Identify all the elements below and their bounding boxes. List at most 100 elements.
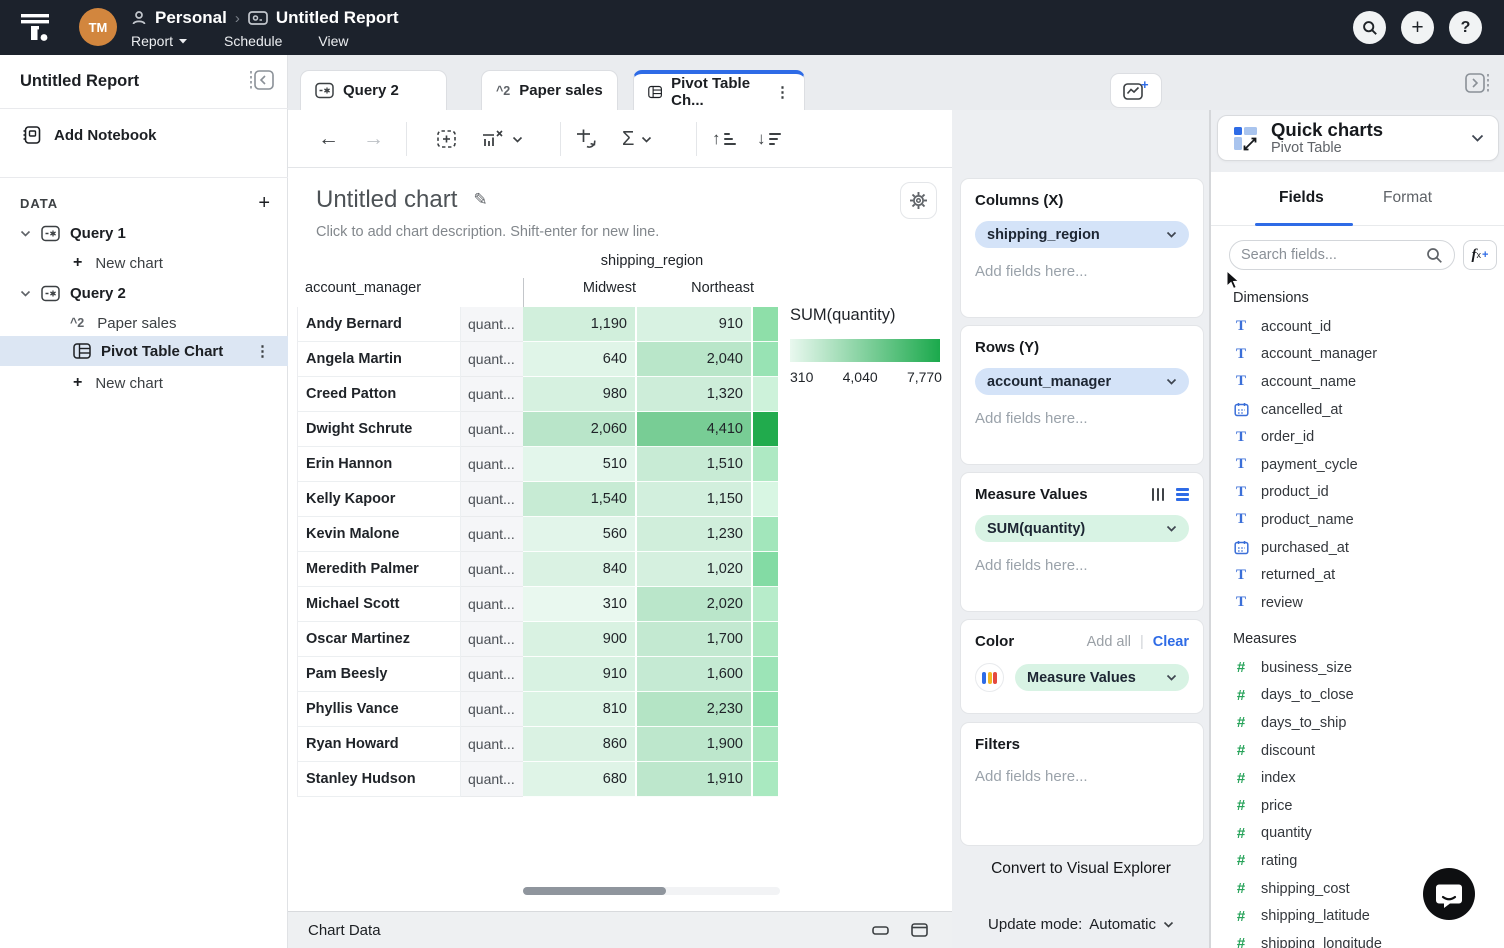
table-row[interactable]: Stanley Hudsonquant...6801,910 — [297, 762, 778, 797]
table-row[interactable]: Meredith Palmerquant...8401,020 — [297, 552, 778, 587]
measure-field-days_to_close[interactable]: #days_to_close — [1233, 682, 1495, 710]
color-field-pill[interactable]: Measure Values — [1015, 664, 1189, 691]
sort-ascending-icon[interactable]: ↑ — [712, 110, 736, 168]
chevron-down-icon[interactable] — [20, 290, 31, 297]
table-row[interactable]: Angela Martinquant...6402,040 — [297, 342, 778, 377]
transpose-icon[interactable] — [574, 110, 598, 168]
heatmap-cell-midwest[interactable]: 1,190 — [523, 307, 637, 342]
chart-title[interactable]: Untitled chart — [316, 186, 457, 214]
add-formula-button[interactable]: fx+ — [1463, 240, 1497, 270]
aggregate-sigma-icon[interactable]: Σ — [622, 110, 652, 168]
tab-paper-sales[interactable]: ^2 Paper sales — [481, 70, 618, 110]
remove-columns-icon[interactable] — [480, 110, 523, 168]
chart-data-label[interactable]: Chart Data — [308, 922, 381, 939]
heatmap-cell-clipped[interactable] — [753, 552, 778, 587]
heatmap-cell-northeast[interactable]: 1,600 — [637, 657, 753, 692]
search-fields-input[interactable]: Search fields... — [1229, 240, 1455, 270]
help-button[interactable]: ? — [1449, 11, 1482, 44]
heatmap-cell-clipped[interactable] — [753, 692, 778, 727]
chevron-down-icon[interactable] — [1166, 378, 1177, 385]
heatmap-cell-midwest[interactable]: 860 — [523, 727, 637, 762]
heatmap-cell-midwest[interactable]: 980 — [523, 377, 637, 412]
measure-field-discount[interactable]: #discount — [1233, 737, 1495, 765]
chevron-down-icon[interactable] — [20, 230, 31, 237]
heatmap-cell-northeast[interactable]: 1,510 — [637, 447, 753, 482]
heatmap-cell-clipped[interactable] — [753, 307, 778, 342]
convert-to-visual-explorer-button[interactable]: Convert to Visual Explorer — [952, 860, 1210, 878]
measure-field-shipping_longitude[interactable]: #shipping_longitude — [1233, 930, 1495, 948]
heatmap-cell-clipped[interactable] — [753, 727, 778, 762]
heatmap-cell-midwest[interactable]: 680 — [523, 762, 637, 797]
table-row[interactable]: Pam Beeslyquant...9101,600 — [297, 657, 778, 692]
expand-panel-icon[interactable] — [1464, 71, 1490, 100]
measure-field-index[interactable]: #index — [1233, 764, 1495, 792]
menu-view[interactable]: View — [318, 33, 348, 49]
table-row[interactable]: Kelly Kapoorquant...1,5401,150 — [297, 482, 778, 517]
dimension-field-purchased_at[interactable]: purchased_at — [1233, 534, 1495, 562]
add-all-link[interactable]: Add all — [1087, 634, 1131, 650]
heatmap-cell-midwest[interactable]: 640 — [523, 342, 637, 377]
sidebar-item-paper-sales[interactable]: ^2Paper sales — [0, 308, 288, 338]
add-button[interactable]: + — [1401, 11, 1434, 44]
heatmap-cell-northeast[interactable]: 2,020 — [637, 587, 753, 622]
add-chart-tab-button[interactable]: + — [1110, 73, 1162, 108]
heatmap-cell-northeast[interactable]: 1,230 — [637, 517, 753, 552]
add-notebook-button[interactable]: Add Notebook — [22, 125, 157, 145]
collapse-panel-icon[interactable] — [249, 68, 275, 92]
filters-add-fields-placeholder[interactable]: Add fields here... — [975, 768, 1189, 785]
dimension-field-returned_at[interactable]: Treturned_at — [1233, 561, 1495, 589]
heatmap-cell-clipped[interactable] — [753, 412, 778, 447]
tab-format[interactable]: Format — [1383, 189, 1432, 207]
add-data-button[interactable]: + — [258, 193, 270, 213]
dimension-field-account_manager[interactable]: Taccount_manager — [1233, 341, 1495, 369]
columns-field-pill[interactable]: shipping_region — [975, 221, 1189, 248]
chevron-down-icon[interactable] — [1166, 231, 1177, 238]
heatmap-cell-clipped[interactable] — [753, 447, 778, 482]
sidebar-item-pivot-table-chart[interactable]: Pivot Table Chart ⋮ — [0, 336, 288, 366]
chart-data-footer[interactable]: Chart Data — [288, 911, 952, 948]
heatmap-cell-midwest[interactable]: 310 — [523, 587, 637, 622]
measure-field-days_to_ship[interactable]: #days_to_ship — [1233, 709, 1495, 737]
dimension-field-payment_cycle[interactable]: Tpayment_cycle — [1233, 451, 1495, 479]
heatmap-cell-midwest[interactable]: 810 — [523, 692, 637, 727]
heatmap-cell-midwest[interactable]: 840 — [523, 552, 637, 587]
horizontal-scrollbar-thumb[interactable] — [523, 887, 666, 895]
table-row[interactable]: Kevin Malonequant...5601,230 — [297, 517, 778, 552]
heatmap-cell-midwest[interactable]: 2,060 — [523, 412, 637, 447]
heatmap-cell-midwest[interactable]: 900 — [523, 622, 637, 657]
heatmap-cell-clipped[interactable] — [753, 657, 778, 692]
heatmap-cell-clipped[interactable] — [753, 622, 778, 657]
measure-add-fields-placeholder[interactable]: Add fields here... — [975, 557, 1189, 574]
heatmap-cell-northeast[interactable]: 1,020 — [637, 552, 753, 587]
measure-field-business_size[interactable]: #business_size — [1233, 654, 1495, 682]
sidebar-item-new-chart-2[interactable]: +New chart — [0, 368, 288, 398]
heatmap-cell-northeast[interactable]: 1,900 — [637, 727, 753, 762]
heatmap-cell-northeast[interactable]: 910 — [637, 307, 753, 342]
dimension-field-cancelled_at[interactable]: cancelled_at — [1233, 396, 1495, 424]
breadcrumb-workspace[interactable]: Personal — [155, 8, 227, 28]
heatmap-cell-clipped[interactable] — [753, 377, 778, 412]
table-row[interactable]: Oscar Martinezquant...9001,700 — [297, 622, 778, 657]
rows-add-fields-placeholder[interactable]: Add fields here... — [975, 410, 1189, 427]
measure-field-price[interactable]: #price — [1233, 792, 1495, 820]
measure-field-pill[interactable]: SUM(quantity) — [975, 515, 1189, 542]
heatmap-cell-northeast[interactable]: 2,040 — [637, 342, 753, 377]
heatmap-cell-northeast[interactable]: 1,320 — [637, 377, 753, 412]
dimension-field-order_id[interactable]: Torder_id — [1233, 423, 1495, 451]
chart-description-placeholder[interactable]: Click to add chart description. Shift-en… — [316, 224, 659, 240]
app-logo-icon[interactable] — [18, 10, 52, 44]
table-row[interactable]: Michael Scottquant...3102,020 — [297, 587, 778, 622]
columns-layout-icon[interactable] — [1152, 488, 1165, 501]
heatmap-cell-clipped[interactable] — [753, 342, 778, 377]
table-row[interactable]: Phyllis Vancequant...8102,230 — [297, 692, 778, 727]
dimension-field-product_name[interactable]: Tproduct_name — [1233, 506, 1495, 534]
rows-field-pill[interactable]: account_manager — [975, 368, 1189, 395]
kebab-menu-icon[interactable]: ⋮ — [775, 83, 790, 101]
menu-schedule[interactable]: Schedule — [224, 33, 282, 49]
sidebar-item-query1[interactable]: Query 1 — [0, 218, 288, 248]
tab-fields[interactable]: Fields — [1279, 189, 1324, 207]
kebab-menu-icon[interactable]: ⋮ — [255, 342, 270, 360]
clear-link[interactable]: Clear — [1153, 634, 1189, 650]
dimension-field-account_name[interactable]: Taccount_name — [1233, 368, 1495, 396]
dimension-field-product_id[interactable]: Tproduct_id — [1233, 479, 1495, 507]
